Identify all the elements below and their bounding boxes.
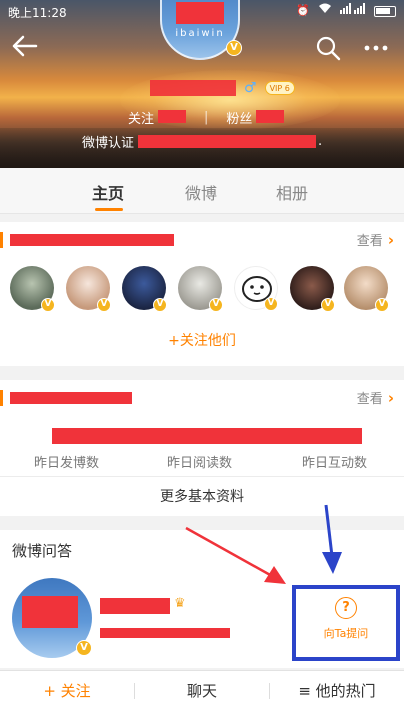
follow-button[interactable]: + 关注	[0, 671, 134, 710]
following-avatar[interactable]: V	[344, 266, 389, 312]
back-button[interactable]	[10, 34, 40, 60]
card-accent-bar	[0, 232, 3, 248]
avatar-brand-text: ibaiwin	[175, 28, 225, 39]
wifi-icon	[318, 3, 332, 19]
chat-button[interactable]: 聊天	[135, 671, 269, 710]
verified-v-icon: V	[321, 298, 335, 312]
alarm-icon: ⏰	[296, 4, 310, 17]
stat-label-posts: 昨日发博数	[34, 456, 100, 471]
weibo-qa-card: 微博问答 V ♛ ? 向Ta提问	[0, 530, 404, 668]
following-avatar[interactable]: V	[10, 266, 55, 312]
back-arrow-icon	[12, 35, 38, 57]
followers-link[interactable]: 粉丝	[226, 108, 285, 127]
chevron-right-icon: ›	[387, 388, 394, 407]
basic-info-title-redaction	[10, 392, 132, 404]
tab-weibo[interactable]: 微博	[185, 180, 217, 204]
following-avatar[interactable]: V	[66, 266, 111, 312]
battery-icon	[374, 5, 396, 17]
tab-album[interactable]: 相册	[276, 180, 308, 204]
following-avatar[interactable]: V	[234, 266, 278, 311]
ask-question-label: 向Ta提问	[323, 627, 369, 640]
verification-row: 微博认证 .	[82, 132, 322, 151]
following-count-redaction	[158, 110, 187, 123]
profile-name-row: ♂ VIP 6	[150, 78, 295, 98]
question-icon: ?	[335, 597, 357, 619]
basic-info-view-link[interactable]: 查看 ›	[356, 388, 394, 408]
search-button[interactable]	[314, 34, 342, 62]
ask-highlight-box: ? 向Ta提问	[292, 585, 400, 661]
followers-label: 粉丝	[226, 112, 253, 127]
vip-badge[interactable]: VIP 6	[264, 81, 295, 95]
basic-info-header: 查看 ›	[0, 380, 404, 416]
verified-v-icon: V	[153, 298, 167, 312]
tab-home[interactable]: 主页	[92, 180, 124, 204]
stats-values-redaction	[52, 428, 362, 444]
search-icon	[316, 36, 341, 61]
more-options-button[interactable]	[360, 34, 392, 62]
following-card-header: 查看 ›	[0, 222, 404, 258]
follow-stats-row: 关注 | 粉丝	[128, 108, 285, 127]
bottom-action-bar: + 关注 聊天 ≡ 他的热门	[0, 670, 404, 710]
verified-v-icon: V	[375, 298, 389, 312]
avatar-redaction	[176, 2, 224, 24]
profile-tabs: 主页 微博 相册	[0, 168, 404, 214]
more-dots-icon	[364, 45, 388, 51]
profile-header: 晚上11:28 ⏰ ibaiwin V ♂ VIP 6 关注 | 粉丝 微博认证…	[0, 0, 404, 168]
crown-icon: ♛	[174, 596, 186, 611]
verified-v-icon: V	[41, 298, 55, 312]
following-avatar[interactable]: V	[122, 266, 167, 312]
ask-question-button[interactable]: ? 向Ta提问	[296, 589, 396, 657]
verified-v-icon: V	[264, 297, 278, 311]
stat-label-reads: 昨日阅读数	[167, 456, 233, 471]
qa-title: 微博问答	[12, 542, 73, 560]
followers-count-redaction	[256, 110, 285, 123]
verified-v-icon: V	[209, 298, 223, 312]
following-label: 关注	[128, 112, 155, 127]
card-accent-bar	[0, 390, 3, 406]
following-link[interactable]: 关注	[128, 108, 187, 127]
follow-separator: |	[204, 110, 209, 125]
qa-desc-redaction	[100, 628, 230, 638]
view-label: 查看	[356, 392, 383, 407]
following-avatar[interactable]: V	[290, 266, 335, 312]
chevron-right-icon: ›	[387, 230, 394, 249]
following-card: 查看 › V V V V V V V +关注他们	[0, 222, 404, 366]
follow-them-button[interactable]: +关注他们	[0, 330, 404, 350]
hot-posts-button[interactable]: ≡ 他的热门	[270, 671, 404, 710]
following-title-redaction	[10, 234, 174, 246]
active-tab-indicator	[95, 208, 123, 211]
stat-label-interactions: 昨日互动数	[302, 456, 368, 471]
qa-name-redaction	[100, 598, 170, 614]
qa-avatar[interactable]: V	[12, 578, 92, 658]
signal-icon	[340, 3, 366, 19]
basic-info-card: 查看 › 昨日发博数 昨日阅读数 昨日互动数 更多基本资料	[0, 380, 404, 516]
following-avatar-list: V V V V V V V	[10, 266, 400, 314]
more-basic-info-button[interactable]: 更多基本资料	[0, 476, 404, 516]
verified-v-icon: V	[97, 298, 111, 312]
profile-name-redaction	[150, 80, 236, 96]
verified-v-icon: V	[226, 40, 242, 56]
following-avatar[interactable]: V	[178, 266, 223, 312]
verification-trailing: .	[318, 134, 323, 149]
view-label: 查看	[356, 234, 383, 249]
verified-label: 微博认证	[82, 136, 135, 151]
following-view-link[interactable]: 查看 ›	[356, 230, 394, 250]
profile-avatar[interactable]: ibaiwin V	[160, 0, 242, 60]
qa-avatar-redaction	[22, 596, 78, 628]
status-time: 晚上11:28	[8, 6, 67, 20]
verification-text-redaction	[138, 135, 317, 148]
status-icons: ⏰	[296, 3, 396, 19]
male-gender-icon: ♂	[244, 80, 257, 96]
verified-v-icon: V	[76, 640, 92, 656]
